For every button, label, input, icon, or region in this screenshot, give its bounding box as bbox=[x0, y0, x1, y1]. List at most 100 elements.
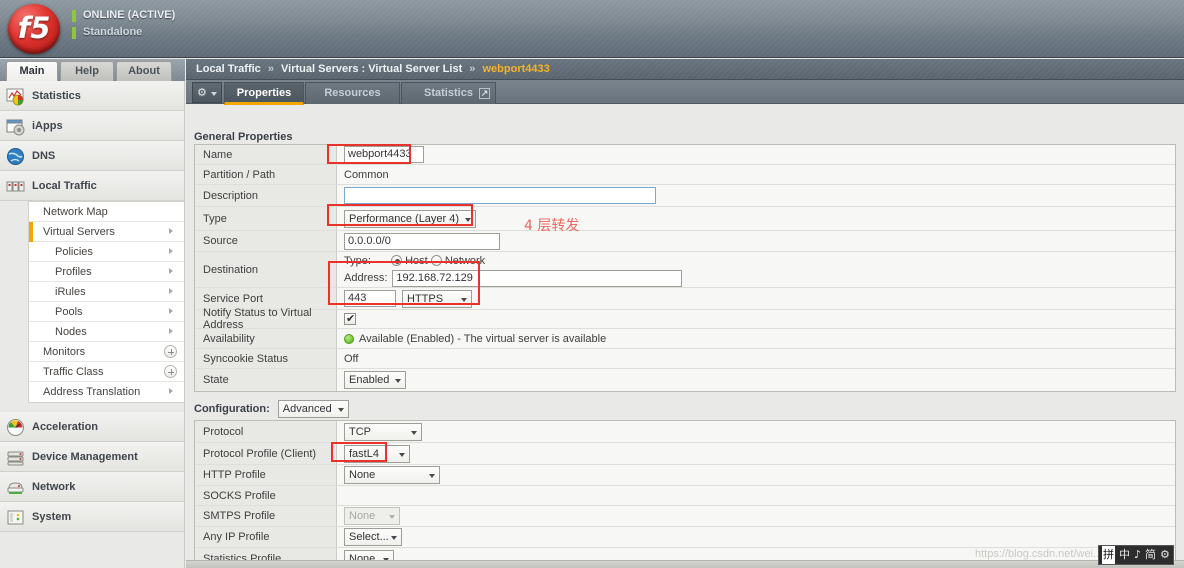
sidebar-label-address-translation: Address Translation bbox=[43, 386, 141, 398]
notify-status-checkbox[interactable] bbox=[344, 312, 356, 325]
destination-host-radio[interactable] bbox=[391, 255, 403, 266]
label-description: Description bbox=[195, 185, 337, 206]
horizontal-scrollbar[interactable] bbox=[186, 560, 1184, 568]
iapps-icon bbox=[6, 117, 25, 136]
tab-properties[interactable]: Properties bbox=[224, 82, 304, 105]
ime-simplified-key[interactable]: 简 bbox=[1145, 546, 1156, 564]
nav-tab-help[interactable]: Help bbox=[60, 61, 114, 81]
f5-logo-text: f5 bbox=[17, 11, 51, 45]
value-socks-profile bbox=[338, 486, 1175, 505]
label-protocol: Protocol bbox=[195, 421, 337, 442]
http-profile-select[interactable]: None bbox=[344, 466, 440, 484]
sidebar-item-nodes[interactable]: Nodes bbox=[29, 322, 184, 342]
sidebar-item-irules[interactable]: iRules bbox=[29, 282, 184, 302]
protocol-profile-client-select[interactable]: fastL4 bbox=[344, 444, 410, 463]
value-description bbox=[338, 185, 1175, 206]
value-service-port: 443 HTTPS bbox=[338, 288, 1175, 309]
destination-type-label: Type: bbox=[344, 255, 371, 267]
status-online-bar bbox=[72, 10, 76, 22]
configuration-header: Configuration: Advanced bbox=[194, 399, 349, 419]
label-destination: Destination bbox=[195, 252, 337, 287]
state-select[interactable]: Enabled bbox=[344, 371, 407, 389]
service-port-input[interactable]: 443 bbox=[344, 290, 396, 307]
popout-icon[interactable]: ↗ bbox=[479, 88, 490, 99]
plus-circle-icon[interactable] bbox=[164, 365, 177, 378]
general-properties-table: Name webport4433 Partition / Path Common… bbox=[194, 144, 1176, 392]
sidebar-label-dns: DNS bbox=[32, 150, 56, 162]
breadcrumb-root[interactable]: Local Traffic bbox=[196, 63, 261, 75]
breadcrumb-mid[interactable]: Virtual Servers : Virtual Server List bbox=[281, 63, 462, 75]
tab-resources[interactable]: Resources bbox=[305, 82, 400, 104]
label-state: State bbox=[195, 369, 337, 391]
destination-address-row: Address: 192.168.72.129 bbox=[344, 269, 1175, 288]
sidebar-item-network-map[interactable]: Network Map bbox=[29, 202, 184, 222]
label-availability: Availability bbox=[195, 329, 337, 348]
sidebar-item-device-management[interactable]: Device Management bbox=[0, 442, 184, 472]
chevron-down-icon bbox=[411, 430, 417, 435]
label-type: Type bbox=[195, 207, 337, 230]
statistics-icon bbox=[6, 87, 25, 106]
value-type: Performance (Layer 4) bbox=[338, 207, 1175, 230]
value-source: 0.0.0.0/0 bbox=[338, 231, 1175, 251]
nav-tab-main[interactable]: Main bbox=[6, 61, 58, 81]
settings-menu-button[interactable]: ⚙ bbox=[192, 82, 222, 103]
row-state: State Enabled bbox=[195, 369, 1175, 391]
status-mode-bar bbox=[72, 27, 76, 39]
ime-settings-key[interactable]: ⚙ bbox=[1160, 546, 1170, 564]
sidebar-label-network-map: Network Map bbox=[43, 206, 108, 218]
sidebar-item-virtual-servers[interactable]: Virtual Servers bbox=[29, 222, 184, 242]
label-any-ip-profile: Any IP Profile bbox=[195, 527, 337, 547]
ime-pinyin-key[interactable]: 拼 bbox=[1102, 546, 1115, 564]
sidebar-item-system[interactable]: System bbox=[0, 502, 184, 532]
sidebar-item-policies[interactable]: Policies bbox=[29, 242, 184, 262]
ime-punctuation-key[interactable]: ♪ bbox=[1134, 546, 1141, 564]
chevron-right-icon bbox=[169, 228, 173, 234]
nav-tab-about[interactable]: About bbox=[116, 61, 172, 81]
chevron-right-icon bbox=[169, 248, 173, 254]
value-state: Enabled bbox=[338, 369, 1175, 391]
tab-statistics[interactable]: Statistics ↗ bbox=[401, 82, 496, 104]
sidebar-item-pools[interactable]: Pools bbox=[29, 302, 184, 322]
protocol-select[interactable]: TCP bbox=[344, 422, 422, 441]
row-socks-profile: SOCKS Profile bbox=[195, 486, 1175, 506]
sidebar-item-iapps[interactable]: iApps bbox=[0, 111, 184, 141]
main-content: Local Traffic » Virtual Servers : Virtua… bbox=[186, 59, 1184, 568]
label-partition: Partition / Path bbox=[195, 165, 337, 184]
sidebar-item-dns[interactable]: DNS bbox=[0, 141, 184, 171]
plus-circle-icon[interactable] bbox=[164, 345, 177, 358]
chevron-right-icon bbox=[169, 328, 173, 334]
sidebar-label-statistics: Statistics bbox=[32, 90, 81, 102]
ime-chinese-mode-key[interactable]: 中 bbox=[1119, 546, 1130, 564]
value-protocol-profile-client: fastL4 bbox=[338, 443, 1175, 464]
sidebar-item-profiles[interactable]: Profiles bbox=[29, 262, 184, 282]
any-ip-profile-select[interactable]: Select... bbox=[344, 528, 402, 546]
sidebar-item-local-traffic[interactable]: Local Traffic bbox=[0, 171, 184, 201]
breadcrumb-separator: » bbox=[267, 63, 274, 75]
configuration-mode-select[interactable]: Advanced bbox=[277, 400, 349, 418]
sidebar-label-profiles: Profiles bbox=[55, 266, 92, 278]
source-value[interactable]: 0.0.0.0/0 bbox=[344, 232, 500, 250]
service-port-select[interactable]: HTTPS bbox=[402, 289, 472, 308]
chevron-down-icon bbox=[337, 408, 344, 412]
sidebar-label-system: System bbox=[32, 511, 72, 523]
sidebar-item-traffic-class[interactable]: Traffic Class bbox=[29, 362, 184, 382]
description-input[interactable] bbox=[344, 187, 656, 204]
label-notify-status: Notify Status to Virtual Address bbox=[195, 307, 337, 331]
sidebar-item-monitors[interactable]: Monitors bbox=[29, 342, 184, 362]
sidebar-item-network[interactable]: Network bbox=[0, 472, 184, 502]
breadcrumb-current: webport4433 bbox=[482, 63, 550, 75]
destination-host-label: Host bbox=[405, 255, 428, 267]
f5-logo: f5 bbox=[8, 4, 60, 54]
ime-toolbar[interactable]: 拼 中 ♪ 简 ⚙ bbox=[1098, 545, 1174, 565]
value-name: webport4433 bbox=[338, 145, 1175, 164]
sidebar-label-device-management: Device Management bbox=[32, 451, 138, 463]
sidebar-item-statistics[interactable]: Statistics bbox=[0, 81, 184, 111]
type-select[interactable]: Performance (Layer 4) bbox=[344, 209, 477, 228]
system-icon bbox=[6, 508, 25, 527]
state-select-value: Enabled bbox=[349, 374, 390, 386]
sidebar-item-address-translation[interactable]: Address Translation bbox=[29, 382, 184, 402]
sidebar-item-acceleration[interactable]: Acceleration bbox=[0, 412, 184, 442]
destination-network-radio[interactable] bbox=[430, 255, 442, 266]
destination-address-value[interactable]: 192.168.72.129 bbox=[392, 270, 683, 287]
type-select-value: Performance (Layer 4) bbox=[349, 212, 460, 225]
